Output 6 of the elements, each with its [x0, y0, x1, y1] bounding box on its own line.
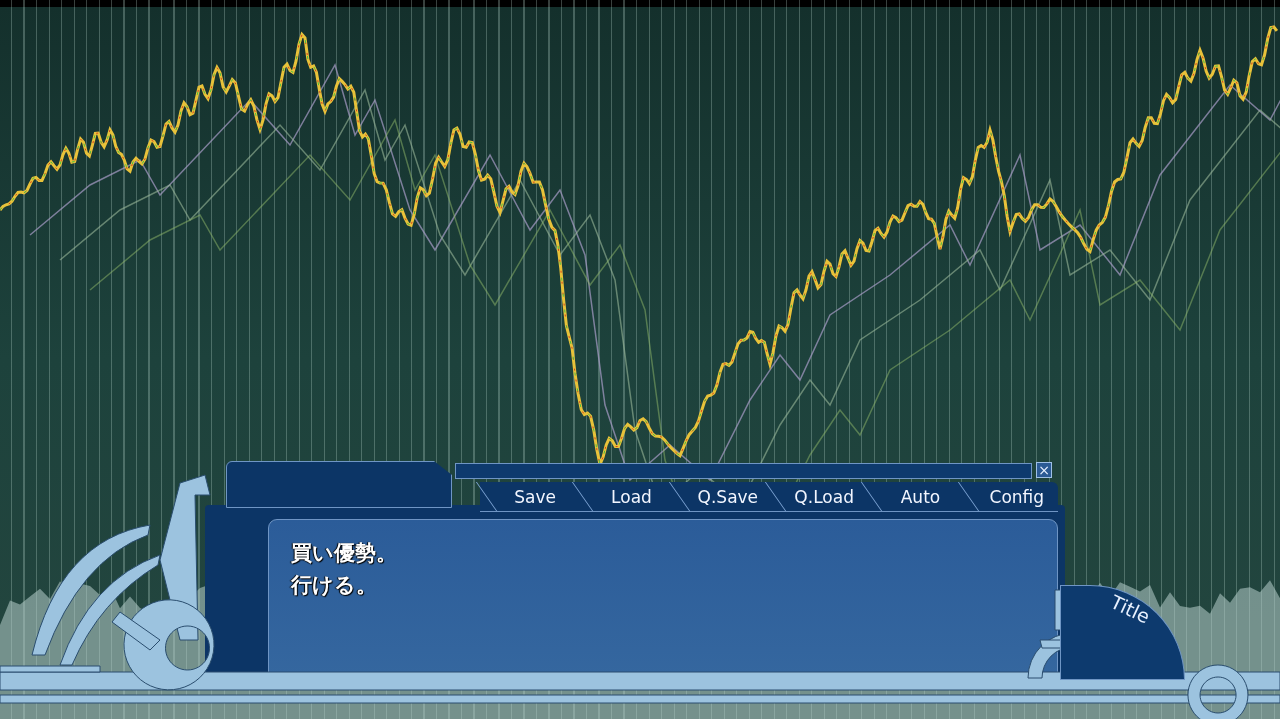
menu-button[interactable]: Config [961, 482, 1058, 511]
message-text: 行ける。 [291, 572, 378, 598]
title-button[interactable]: Title [1060, 585, 1185, 680]
menu-button[interactable]: Q.Save [672, 482, 769, 511]
close-button[interactable]: × [1036, 462, 1052, 478]
message-text: 買い優勢。 [291, 540, 398, 566]
